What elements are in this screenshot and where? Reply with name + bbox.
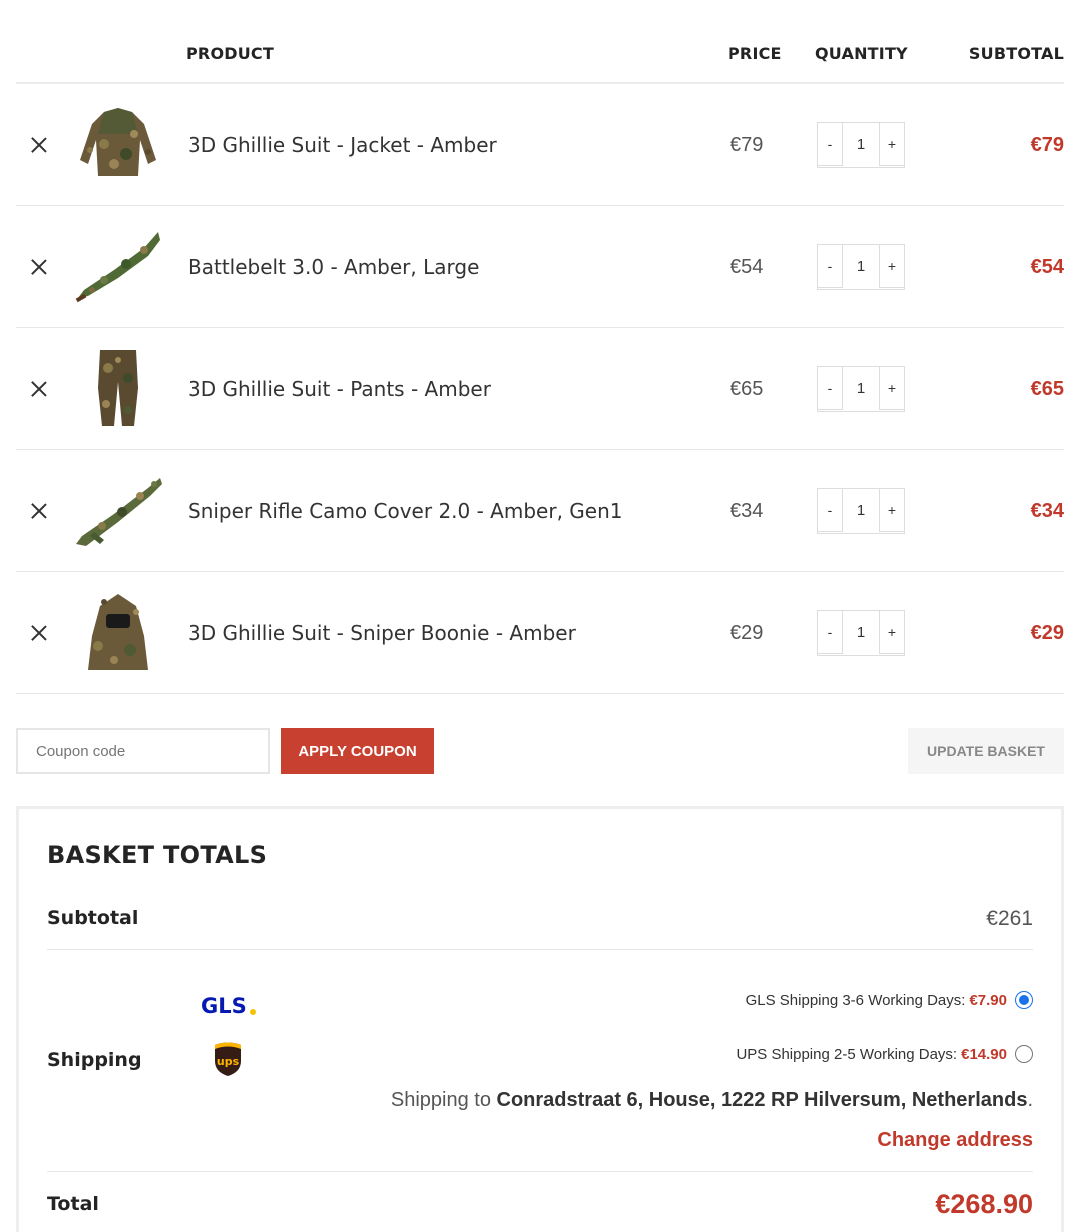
product-subtotal: €79: [1030, 134, 1064, 156]
divider: [47, 949, 1033, 950]
quantity-increase-button[interactable]: +: [879, 366, 905, 410]
quantity-input[interactable]: 1: [842, 611, 880, 655]
product-subtotal: €29: [1030, 622, 1064, 644]
subtotal-label: Subtotal: [47, 907, 139, 929]
product-subtotal: €34: [1030, 500, 1064, 522]
update-basket-button[interactable]: UPDATE BASKET: [908, 728, 1064, 774]
product-price: €34: [730, 500, 764, 522]
basket-totals-title: BASKET TOTALS: [47, 841, 268, 869]
svg-text:ups: ups: [217, 1055, 240, 1068]
quantity-stepper: - 1 +: [817, 488, 905, 534]
quantity-input[interactable]: 1: [842, 367, 880, 411]
quantity-increase-button[interactable]: +: [879, 244, 905, 288]
total-value: €268.90: [935, 1189, 1033, 1219]
quantity-increase-button[interactable]: +: [879, 610, 905, 654]
table-row: Sniper Rifle Camo Cover 2.0 - Amber, Gen…: [16, 450, 1064, 572]
remove-item-icon[interactable]: [30, 502, 48, 520]
header-quantity: QUANTITY: [815, 44, 908, 63]
product-subtotal: €65: [1030, 378, 1064, 400]
product-thumbnail-boonie[interactable]: [74, 592, 162, 672]
header-subtotal: SUBTOTAL: [968, 44, 1064, 63]
table-row: 3D Ghillie Suit - Pants - Amber €65 - 1 …: [16, 328, 1064, 450]
product-name-link[interactable]: Battlebelt 3.0 - Amber, Large: [188, 206, 479, 328]
total-label: Total: [47, 1193, 99, 1215]
basket-totals-panel: BASKET TOTALS Subtotal €261 Shipping GLS…: [16, 806, 1064, 1232]
product-subtotal: €54: [1030, 256, 1064, 278]
product-thumbnail-rifle-cover[interactable]: [74, 470, 162, 550]
apply-coupon-button[interactable]: APPLY COUPON: [281, 728, 434, 774]
subtotal-value: €261: [986, 907, 1033, 930]
table-row: Battlebelt 3.0 - Amber, Large €54 - 1 + …: [16, 206, 1064, 328]
shipping-to-suffix: .: [1027, 1089, 1033, 1111]
shipping-option-gls[interactable]: GLS Shipping 3-6 Working Days: €7.90: [746, 991, 1033, 1009]
table-row: 3D Ghillie Suit - Jacket - Amber €79 - 1…: [16, 84, 1064, 206]
shipping-option-ups[interactable]: UPS Shipping 2-5 Working Days: €14.90: [736, 1045, 1033, 1063]
svg-text:GLS: GLS: [201, 994, 247, 1017]
quantity-decrease-button[interactable]: -: [817, 488, 843, 532]
shipping-radio-gls[interactable]: [1015, 991, 1033, 1009]
quantity-decrease-button[interactable]: -: [817, 366, 843, 410]
change-address-link[interactable]: Change address: [877, 1129, 1033, 1152]
shipping-destination: Shipping to Conradstraat 6, House, 1222 …: [391, 1089, 1033, 1112]
quantity-stepper: - 1 +: [817, 122, 905, 168]
remove-item-icon[interactable]: [30, 380, 48, 398]
quantity-input[interactable]: 1: [842, 245, 880, 289]
quantity-stepper: - 1 +: [817, 366, 905, 412]
coupon-code-input[interactable]: [16, 728, 270, 774]
quantity-stepper: - 1 +: [817, 244, 905, 290]
table-row: 3D Ghillie Suit - Sniper Boonie - Amber …: [16, 572, 1064, 694]
product-thumbnail-battlebelt[interactable]: [74, 226, 162, 306]
shipping-to-prefix: Shipping to: [390, 1089, 497, 1111]
product-price: €79: [730, 134, 764, 156]
shipping-option-cost: €7.90: [969, 991, 1007, 1009]
shipping-radio-ups[interactable]: [1015, 1045, 1033, 1063]
quantity-stepper: - 1 +: [817, 610, 905, 656]
basket-actions: APPLY COUPON UPDATE BASKET: [16, 728, 1064, 774]
ups-logo-icon: ups: [215, 1042, 241, 1076]
divider: [47, 1171, 1033, 1172]
table-header: PRODUCT PRICE QUANTITY SUBTOTAL: [16, 0, 1064, 84]
quantity-increase-button[interactable]: +: [879, 488, 905, 532]
product-price: €29: [730, 622, 764, 644]
quantity-input[interactable]: 1: [842, 123, 880, 167]
quantity-decrease-button[interactable]: -: [817, 244, 843, 288]
product-thumbnail-jacket[interactable]: [74, 104, 162, 184]
product-name-link[interactable]: Sniper Rifle Camo Cover 2.0 - Amber, Gen…: [188, 450, 622, 572]
product-name-link[interactable]: 3D Ghillie Suit - Jacket - Amber: [188, 84, 497, 206]
shipping-option-cost: €14.90: [961, 1045, 1007, 1063]
basket-table: PRODUCT PRICE QUANTITY SUBTOTAL 3D Ghill…: [16, 0, 1064, 694]
product-price: €54: [730, 256, 764, 278]
product-price: €65: [730, 378, 764, 400]
quantity-increase-button[interactable]: +: [879, 122, 905, 166]
shipping-address: Conradstraat 6, House, 1222 RP Hilversum…: [496, 1089, 1028, 1111]
header-product: PRODUCT: [186, 44, 274, 63]
product-thumbnail-pants[interactable]: [74, 348, 162, 428]
quantity-input[interactable]: 1: [842, 489, 880, 533]
shipping-option-label: GLS Shipping 3-6 Working Days:: [745, 991, 966, 1009]
shipping-label: Shipping: [47, 1049, 142, 1071]
quantity-decrease-button[interactable]: -: [817, 122, 843, 166]
header-price: PRICE: [728, 44, 782, 63]
product-name-link[interactable]: 3D Ghillie Suit - Pants - Amber: [188, 328, 491, 450]
remove-item-icon[interactable]: [30, 136, 48, 154]
gls-logo-icon: GLS: [201, 994, 256, 1017]
remove-item-icon[interactable]: [30, 258, 48, 276]
remove-item-icon[interactable]: [30, 624, 48, 642]
shipping-option-label: UPS Shipping 2-5 Working Days:: [736, 1045, 958, 1063]
product-name-link[interactable]: 3D Ghillie Suit - Sniper Boonie - Amber: [188, 572, 576, 694]
quantity-decrease-button[interactable]: -: [817, 610, 843, 654]
